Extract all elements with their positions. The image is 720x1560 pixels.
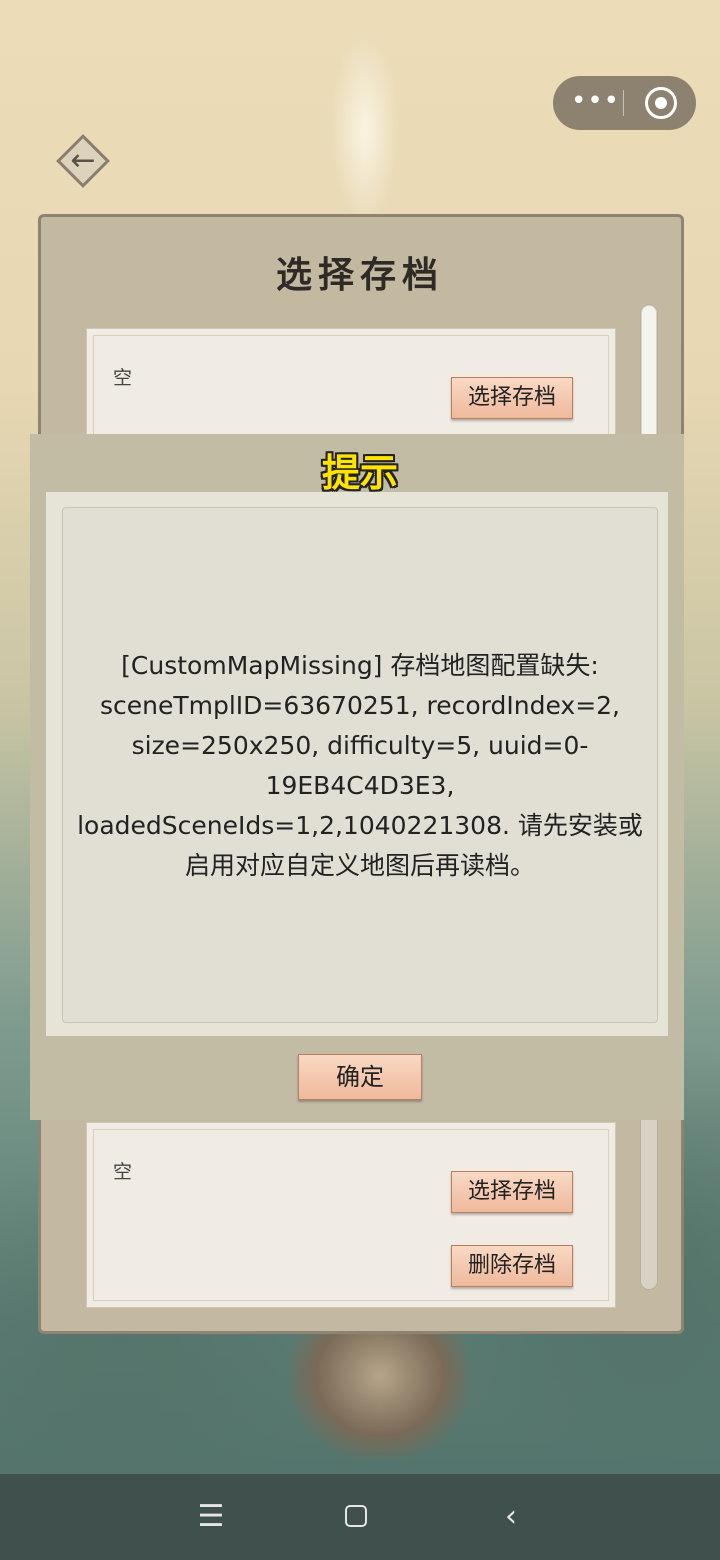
rock-island-decoration: [290, 1320, 470, 1460]
capsule-divider: [623, 90, 624, 116]
home-square-icon: [345, 1505, 367, 1527]
back-button[interactable]: ←: [56, 134, 110, 188]
mini-program-capsule: •••: [553, 76, 696, 130]
more-dots-icon[interactable]: •••: [571, 88, 619, 118]
menu-icon[interactable]: ☰: [181, 1474, 241, 1560]
back-arrow-icon: ←: [70, 143, 96, 178]
select-save-button[interactable]: 选择存档: [451, 1171, 573, 1213]
home-button[interactable]: [330, 1474, 390, 1560]
slot-empty-label: 空: [113, 367, 133, 389]
panel-title: 选择存档: [275, 254, 444, 296]
slot-empty-label: 空: [113, 1161, 133, 1183]
delete-save-button[interactable]: 删除存档: [451, 1245, 573, 1287]
modal-message: [CustomMapMissing] 存档地图配置缺失: sceneTmplID…: [77, 651, 643, 880]
system-nav-bar: ☰ ‹: [0, 1474, 720, 1560]
modal-title: 提示: [321, 451, 398, 495]
select-save-button[interactable]: 选择存档: [451, 377, 573, 419]
back-chevron-icon[interactable]: ‹: [481, 1474, 541, 1560]
scrollbar-thumb[interactable]: [642, 306, 656, 446]
target-circle-icon[interactable]: [645, 87, 677, 119]
save-slot-2: 空 选择存档 删除存档: [86, 1122, 616, 1308]
confirm-button[interactable]: 确定: [298, 1054, 422, 1100]
mist-decoration: [330, 30, 400, 230]
